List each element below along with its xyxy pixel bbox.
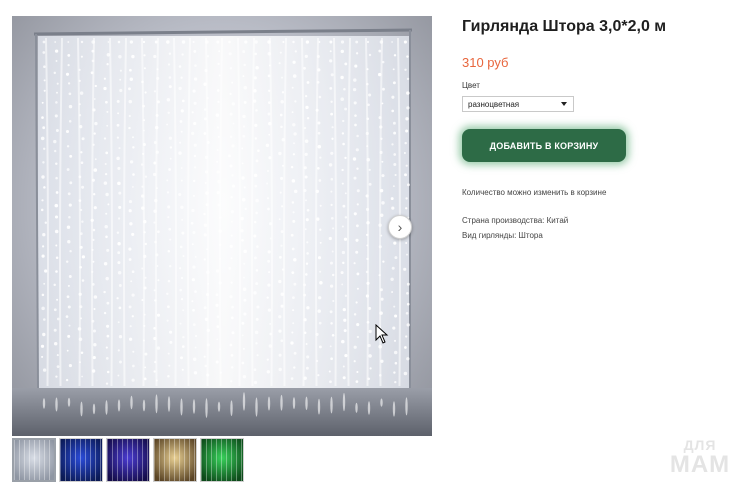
thumbnail-lights — [60, 439, 102, 481]
logo-line-1: ДЛЯ — [683, 437, 717, 453]
color-select-value: разноцветная — [468, 100, 520, 109]
thumbnail-green[interactable] — [200, 438, 244, 482]
logo-line-2: МАМ — [669, 451, 731, 478]
quantity-note: Количество можно изменить в корзине — [462, 188, 607, 197]
thumbnail-strip — [12, 438, 244, 482]
thumbnail-lights — [107, 439, 149, 481]
spec-country: Страна производства: Китай — [462, 216, 569, 225]
thumbnail-purple[interactable] — [106, 438, 150, 482]
spec-type: Вид гирлянды: Штора — [462, 231, 543, 240]
color-select[interactable]: разноцветная — [462, 96, 574, 112]
thumbnail-white[interactable] — [12, 438, 56, 482]
thumbnail-warm[interactable] — [153, 438, 197, 482]
product-main-image — [12, 28, 432, 436]
mouse-cursor-icon — [375, 324, 389, 344]
thumbnail-lights — [201, 439, 243, 481]
gallery-next-button[interactable]: › — [388, 215, 412, 239]
caret-down-icon — [561, 102, 567, 106]
thumbnail-lights — [14, 440, 54, 480]
product-title: Гирлянда Штора 3,0*2,0 м — [462, 18, 667, 35]
thumbnail-blue[interactable] — [59, 438, 103, 482]
chevron-right-icon: › — [397, 219, 403, 235]
product-price: 310 руб — [462, 55, 509, 70]
thumbnail-lights — [154, 439, 196, 481]
color-label: Цвет — [462, 81, 480, 90]
site-logo: ДЛЯ МАМ — [660, 438, 740, 477]
add-to-cart-button[interactable]: ДОБАВИТЬ В КОРЗИНУ — [462, 129, 626, 162]
product-image-gallery: › — [12, 16, 432, 436]
